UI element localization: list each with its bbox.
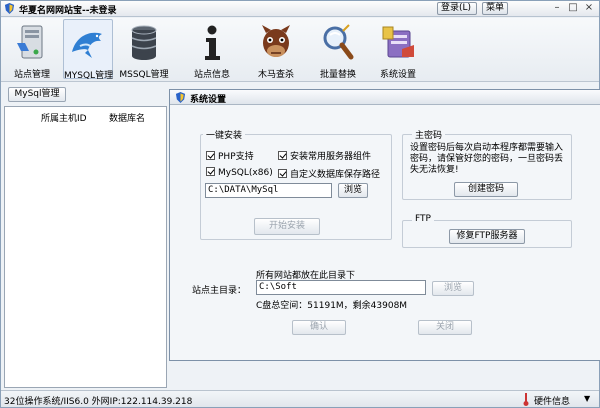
tool-label: 站点管理 xyxy=(13,70,50,80)
window-title: 华夏名网网站宝--未登录 xyxy=(19,6,117,16)
hardware-info-button[interactable]: 硬件信息 xyxy=(534,394,570,407)
tool-batch-replace[interactable]: 批量替换 xyxy=(313,19,363,80)
ftp-group-label: FTP xyxy=(412,214,434,224)
main-toolbar: 站点管理 MYSQL管理 MSSQL管理 站点信息 木马查杀 批量替换 系统设置 xyxy=(1,18,599,82)
checkbox-box xyxy=(278,169,287,178)
custom-db-path-checkbox[interactable]: 自定义数据库保存路径 xyxy=(278,167,380,180)
tool-label: MSSQL管理 xyxy=(119,70,169,80)
tool-mysql-management[interactable]: MYSQL管理 xyxy=(63,19,114,81)
horse-icon xyxy=(262,25,290,57)
site-dir-input[interactable]: C:\Soft xyxy=(256,280,426,295)
checkbox-label: PHP支持 xyxy=(218,152,254,162)
status-text: 32位操作系统/IIS6.0 外网IP:122.114.39.218 xyxy=(4,397,193,407)
chevron-down-icon[interactable]: ▼ xyxy=(584,394,590,403)
main-window: 华夏名网网站宝--未登录 登录(L) 菜单 – □ × 站点管理 MYSQL管理… xyxy=(0,0,600,408)
install-group-label: 一键安装 xyxy=(203,128,246,141)
install-path-browse-button[interactable]: 浏览 xyxy=(338,183,368,198)
login-button[interactable]: 登录(L) xyxy=(437,2,477,15)
start-install-button[interactable]: 开始安装 xyxy=(254,218,320,235)
install-components-checkbox[interactable]: 安装常用服务器组件 xyxy=(278,149,371,162)
checkbox-label: 安装常用服务器组件 xyxy=(290,152,372,162)
thermometer-icon xyxy=(523,393,529,406)
title-bar: 华夏名网网站宝--未登录 登录(L) 菜单 – □ × xyxy=(1,1,599,17)
tool-label: 批量替换 xyxy=(319,70,356,80)
ok-button[interactable]: 确认 xyxy=(292,320,346,335)
tool-trojan-scan[interactable]: 木马查杀 xyxy=(251,19,301,80)
left-panel: MySql管理 所属主机ID 数据库名 xyxy=(4,85,167,388)
dolphin-icon xyxy=(72,32,102,58)
column-header-host-id[interactable]: 所属主机ID xyxy=(41,111,87,124)
tool-mssql-management[interactable]: MSSQL管理 xyxy=(119,19,169,80)
checkbox-label: 自定义数据库保存路径 xyxy=(290,170,381,180)
php-support-checkbox[interactable]: PHP支持 xyxy=(206,149,254,162)
checkbox-box xyxy=(206,151,215,160)
column-header-db-name[interactable]: 数据库名 xyxy=(109,111,145,124)
shield-icon xyxy=(175,92,186,103)
magnifier-icon xyxy=(323,24,354,60)
tool-label: 系统设置 xyxy=(379,70,416,80)
close-dialog-button[interactable]: 关闭 xyxy=(418,320,472,335)
tool-label: 木马查杀 xyxy=(257,70,294,80)
mysql-tab-button[interactable]: MySql管理 xyxy=(8,87,66,102)
disk-space-info: C盘总空间：51191M，剩余43908M xyxy=(256,301,408,311)
settings-icon xyxy=(382,26,414,58)
tool-label: MYSQL管理 xyxy=(64,71,114,81)
info-icon xyxy=(205,25,220,60)
menu-button[interactable]: 菜单 xyxy=(482,2,508,15)
install-path-input[interactable]: C:\DATA\MySql xyxy=(205,183,332,198)
mysql-x86-checkbox[interactable]: MySQL(x86) xyxy=(206,167,273,178)
create-password-button[interactable]: 创建密码 xyxy=(454,182,518,197)
tool-site-management[interactable]: 站点管理 xyxy=(7,19,57,80)
database-icon xyxy=(131,25,157,60)
site-dir-label: 站点主目录： xyxy=(192,286,247,296)
database-list[interactable]: 所属主机ID 数据库名 xyxy=(4,106,167,388)
close-button[interactable]: × xyxy=(581,2,597,15)
shield-icon xyxy=(4,3,15,14)
site-dir-browse-button[interactable]: 浏览 xyxy=(432,281,474,296)
server-icon xyxy=(17,25,43,59)
tool-system-settings[interactable]: 系统设置 xyxy=(373,19,423,80)
checkbox-box xyxy=(206,167,215,176)
tool-site-info[interactable]: 站点信息 xyxy=(187,19,237,80)
master-password-description: 设置密码后每次启动本程序都需要输入密码，请保管好您的密码，一旦密码丢失无法恢复! xyxy=(410,143,564,175)
minimize-button[interactable]: – xyxy=(549,2,565,15)
checkbox-label: MySQL(x86) xyxy=(218,168,273,178)
tool-label: 站点信息 xyxy=(193,70,230,80)
checkbox-box xyxy=(278,151,287,160)
repair-ftp-button[interactable]: 修复FTP服务器 xyxy=(449,229,525,244)
system-settings-dialog: 系统设置 一键安装 PHP支持 安装常用服务器组件 MySQL(x86) 自定义… xyxy=(169,89,600,361)
master-password-label: 主密码 xyxy=(412,128,446,141)
status-bar: 32位操作系统/IIS6.0 外网IP:122.114.39.218 硬件信息 … xyxy=(1,390,599,407)
dialog-title: 系统设置 xyxy=(190,95,227,105)
dialog-title-bar: 系统设置 xyxy=(170,90,600,105)
maximize-button[interactable]: □ xyxy=(565,2,581,15)
